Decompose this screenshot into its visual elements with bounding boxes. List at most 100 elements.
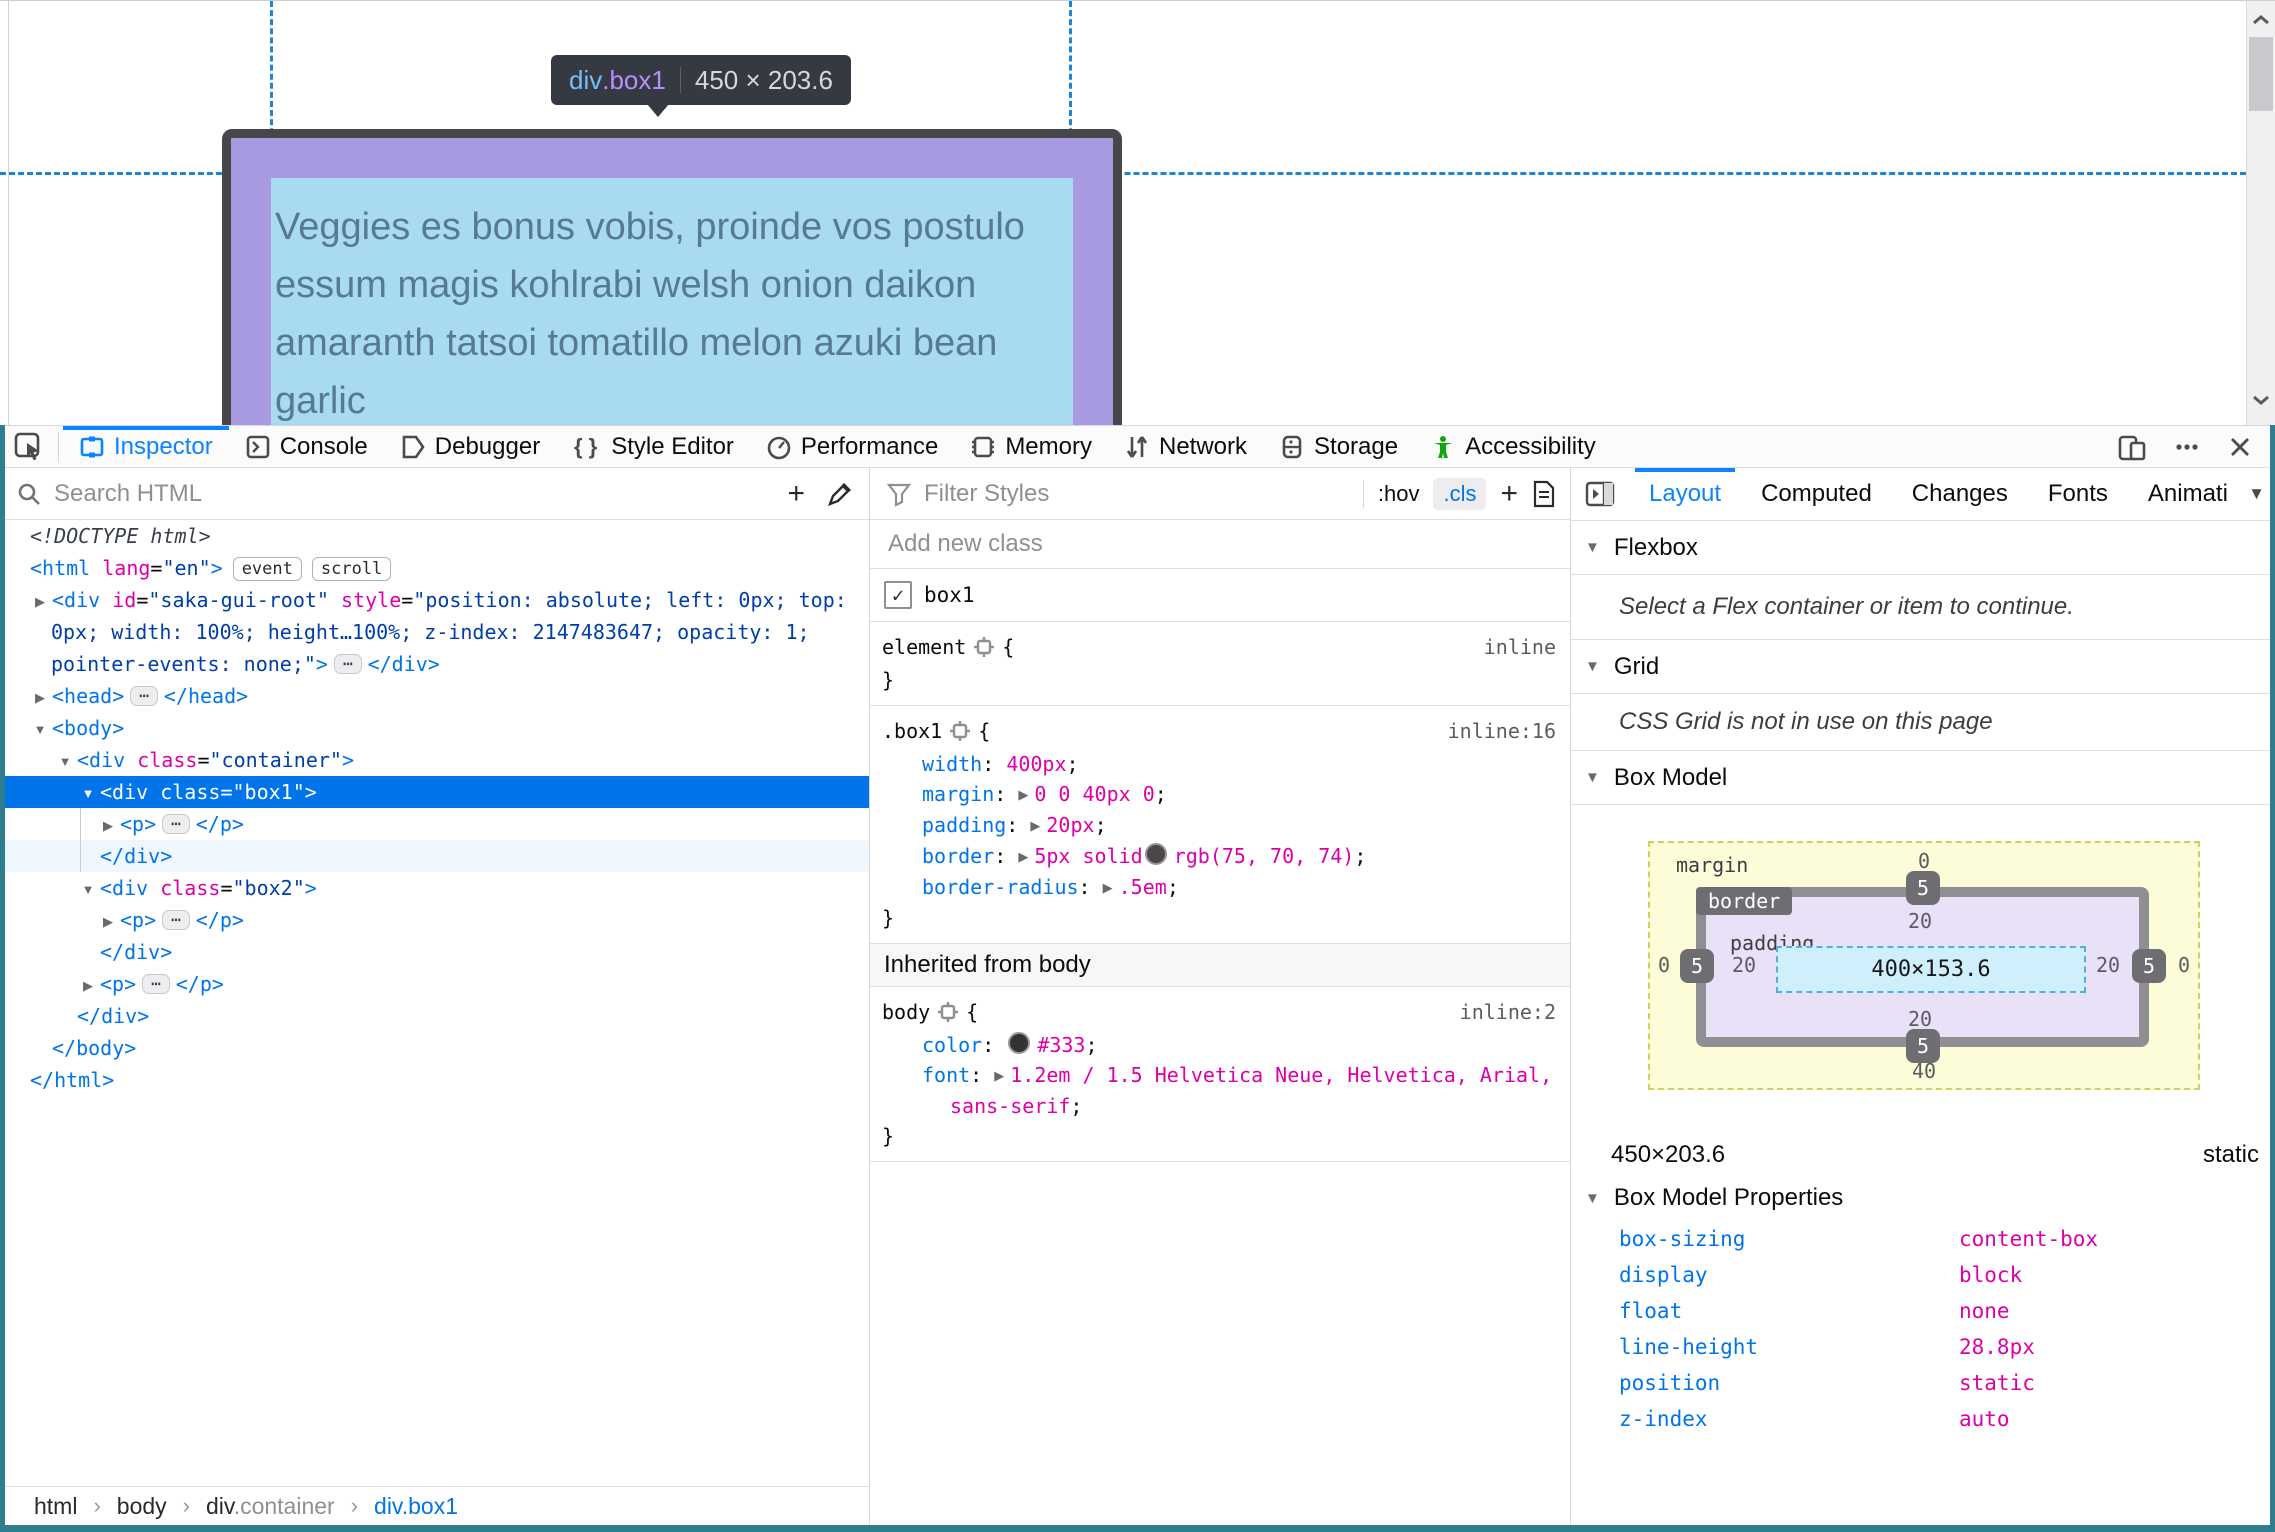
- tab-memory[interactable]: Memory: [954, 426, 1108, 467]
- tab-debugger[interactable]: Debugger: [384, 426, 556, 467]
- margin-right-value[interactable]: 0: [2178, 953, 2190, 977]
- border-right-value[interactable]: 5: [2132, 949, 2166, 983]
- breadcrumb-item[interactable]: div.container: [206, 1493, 335, 1520]
- box-model-property-row[interactable]: display block: [1571, 1257, 2275, 1293]
- tree-row[interactable]: ▶ <p> ⋯ </p>: [0, 904, 869, 936]
- class-checkbox[interactable]: ✓: [884, 581, 912, 609]
- expander-right-icon[interactable]: ▶: [1018, 849, 1028, 864]
- expander-right-icon[interactable]: ▶: [96, 906, 120, 938]
- expander-down-icon[interactable]: ▼: [76, 874, 100, 906]
- pick-element-button[interactable]: [0, 426, 58, 467]
- responsive-design-icon[interactable]: [2117, 432, 2147, 462]
- expander-right-icon[interactable]: ▶: [28, 586, 52, 618]
- filter-styles-input[interactable]: [922, 478, 1349, 509]
- expander-right-icon[interactable]: ▶: [1103, 880, 1113, 895]
- tree-row[interactable]: 0px; width: 100%; height…100%; z-index: …: [0, 616, 869, 648]
- scroll-down-icon[interactable]: [2251, 393, 2271, 407]
- border-bottom-value[interactable]: 5: [1906, 1029, 1940, 1063]
- tab-network[interactable]: Network: [1108, 426, 1263, 467]
- toggle-pseudo-classes-button[interactable]: :hov: [1378, 481, 1420, 507]
- tree-row[interactable]: pointer-events: none;"> ⋯ </div>: [0, 648, 869, 680]
- padding-left-value[interactable]: 20: [1732, 953, 1756, 977]
- tab-changes[interactable]: Changes: [1892, 468, 2028, 520]
- box-model-property-row[interactable]: box-sizing content-box: [1571, 1221, 2275, 1257]
- expander-right-icon[interactable]: ▶: [96, 810, 120, 842]
- tab-storage[interactable]: Storage: [1263, 426, 1414, 467]
- add-node-button[interactable]: +: [787, 478, 805, 509]
- expander-right-icon[interactable]: ▶: [1030, 818, 1040, 833]
- tree-row[interactable]: ▶ <p> ⋯ </p>: [0, 968, 869, 1000]
- breadcrumb-item[interactable]: body: [117, 1493, 167, 1520]
- expander-down-icon[interactable]: ▼: [28, 714, 52, 746]
- tree-row[interactable]: </div>: [0, 1000, 869, 1032]
- css-declaration[interactable]: margin: ▶ 0 0 40px 0;: [870, 779, 1570, 810]
- tree-row[interactable]: ▼ <div class="container">: [0, 744, 869, 776]
- tab-accessibility[interactable]: Accessibility: [1414, 426, 1612, 467]
- border-top-value[interactable]: 5: [1906, 871, 1940, 905]
- scroll-up-icon[interactable]: [2251, 13, 2271, 27]
- grid-section-header[interactable]: ▼ Grid: [1571, 640, 2275, 694]
- tab-style-editor[interactable]: { } Style Editor: [556, 426, 750, 467]
- padding-right-value[interactable]: 20: [2096, 953, 2120, 977]
- rule-source-link[interactable]: inline:16: [1448, 716, 1556, 746]
- breadcrumb-item[interactable]: div.box1: [374, 1493, 458, 1520]
- css-declaration[interactable]: border-radius: ▶ .5em;: [870, 872, 1570, 903]
- color-swatch[interactable]: [1008, 1032, 1031, 1054]
- tree-row[interactable]: </body>: [0, 1032, 869, 1064]
- tree-row[interactable]: ▶ <div id="saka-gui-root" style="position…: [0, 584, 869, 616]
- tree-row[interactable]: ▼ <div class="box1">: [0, 776, 869, 808]
- tab-console[interactable]: Console: [229, 426, 384, 467]
- close-devtools-icon[interactable]: [2227, 434, 2253, 460]
- box-model-property-row[interactable]: line-height 28.8px: [1571, 1329, 2275, 1365]
- sidebar-toggle-button[interactable]: [1571, 481, 1629, 507]
- rule-source-link[interactable]: inline:2: [1460, 997, 1556, 1027]
- tree-row[interactable]: </html>: [0, 1064, 869, 1096]
- rule-selector-line[interactable]: element{inline: [870, 632, 1570, 665]
- css-declaration[interactable]: border: ▶ 5px solid rgb(75, 70, 74);: [870, 841, 1570, 872]
- box-model-property-row[interactable]: position static: [1571, 1365, 2275, 1401]
- highlight-selector-icon[interactable]: [938, 1000, 959, 1030]
- expander-right-icon[interactable]: ▶: [994, 1068, 1004, 1083]
- eyedropper-icon[interactable]: [827, 481, 853, 507]
- flexbox-section-header[interactable]: ▼ Flexbox: [1571, 521, 2275, 575]
- box-model-property-row[interactable]: z-index auto: [1571, 1401, 2275, 1437]
- toggle-classes-button[interactable]: .cls: [1433, 477, 1487, 510]
- highlight-selector-icon[interactable]: [950, 719, 971, 749]
- css-declaration[interactable]: padding: ▶ 20px;: [870, 810, 1570, 841]
- tree-row[interactable]: <!DOCTYPE html>: [0, 520, 869, 552]
- expander-right-icon[interactable]: ▶: [76, 970, 100, 1002]
- css-declaration[interactable]: color: #333;: [870, 1030, 1570, 1060]
- meatball-menu-icon[interactable]: [2173, 433, 2201, 461]
- tab-fonts[interactable]: Fonts: [2028, 468, 2128, 520]
- css-declaration[interactable]: width: 400px;: [870, 749, 1570, 779]
- expander-down-icon[interactable]: ▼: [76, 778, 100, 810]
- box-model-property-row[interactable]: float none: [1571, 1293, 2275, 1329]
- tab-layout[interactable]: Layout: [1629, 468, 1741, 520]
- expander-right-icon[interactable]: ▶: [28, 682, 52, 714]
- rule-selector-line[interactable]: .box1{inline:16: [870, 716, 1570, 749]
- page-scrollbar[interactable]: [2246, 1, 2275, 425]
- padding-top-value[interactable]: 20: [1908, 909, 1932, 933]
- scrollbar-thumb[interactable]: [2249, 37, 2273, 111]
- expander-down-icon[interactable]: ▼: [53, 746, 77, 778]
- color-swatch[interactable]: [1144, 843, 1167, 865]
- search-html-input[interactable]: [52, 478, 772, 509]
- tree-row[interactable]: ▼ <div class="box2">: [0, 872, 869, 904]
- tab-animations[interactable]: Animati: [2128, 468, 2248, 520]
- breadcrumb-item[interactable]: html: [34, 1493, 77, 1520]
- box-model-content-box[interactable]: 400×153.6: [1776, 946, 2086, 993]
- tree-row[interactable]: ▼ <body>: [0, 712, 869, 744]
- rule-selector-line[interactable]: body{inline:2: [870, 997, 1570, 1030]
- box-model-margin-box[interactable]: margin 0 0 0 40 border 5 5 5 5 padding 2…: [1648, 841, 2200, 1090]
- tree-row[interactable]: ▶ <head> ⋯ </head>: [0, 680, 869, 712]
- border-left-value[interactable]: 5: [1680, 949, 1714, 983]
- tab-computed[interactable]: Computed: [1741, 468, 1892, 520]
- tree-row[interactable]: </div>: [0, 936, 869, 968]
- box-model-properties-header[interactable]: ▼ Box Model Properties: [1571, 1175, 2275, 1221]
- highlight-selector-icon[interactable]: [974, 635, 995, 665]
- tree-row[interactable]: </div>: [0, 840, 869, 872]
- padding-bottom-value[interactable]: 20: [1908, 1007, 1932, 1031]
- margin-left-value[interactable]: 0: [1658, 953, 1670, 977]
- tab-performance[interactable]: Performance: [750, 426, 954, 467]
- rule-source-link[interactable]: inline: [1484, 632, 1556, 662]
